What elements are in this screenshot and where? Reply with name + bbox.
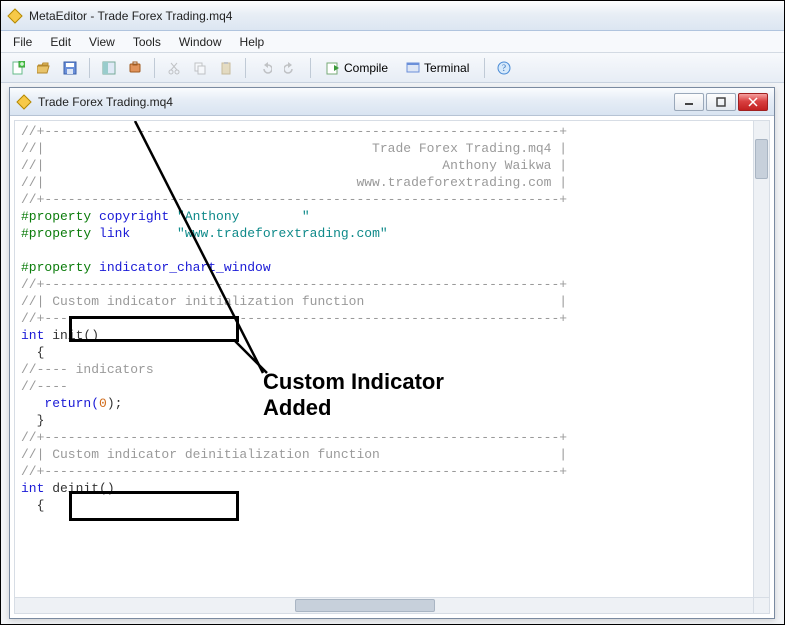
horizontal-scrollbar[interactable]: [15, 597, 753, 613]
compile-button[interactable]: Compile: [319, 57, 395, 79]
code-editor[interactable]: //+-------------------------------------…: [14, 120, 770, 614]
code-line: //+-------------------------------------…: [21, 277, 567, 292]
menu-window[interactable]: Window: [171, 33, 230, 51]
menu-tools[interactable]: Tools: [125, 33, 169, 51]
compile-label: Compile: [344, 61, 388, 75]
toolbar-separator: [89, 58, 90, 78]
code-line: //+-------------------------------------…: [21, 124, 567, 139]
menu-file[interactable]: File: [5, 33, 40, 51]
open-file-button[interactable]: [33, 57, 55, 79]
cut-button[interactable]: [163, 57, 185, 79]
code-token: link: [91, 226, 177, 241]
document-titlebar[interactable]: Trade Forex Trading.mq4: [10, 88, 774, 116]
code-token: "Anthony ": [177, 209, 310, 224]
code-line: //| Custom indicator initialization func…: [21, 294, 567, 309]
workspace: Trade Forex Trading.mq4 //+-------------…: [1, 83, 784, 624]
compile-icon: [326, 61, 340, 75]
code-line: }: [21, 413, 44, 428]
toolbar: Compile Terminal ?: [1, 53, 784, 83]
code-content[interactable]: //+-------------------------------------…: [15, 121, 753, 597]
scrollbar-corner: [753, 597, 769, 613]
code-line: //| Trade Forex Trading.mq4 |: [21, 141, 567, 156]
help-button[interactable]: ?: [493, 57, 515, 79]
document-window: Trade Forex Trading.mq4 //+-------------…: [9, 87, 775, 619]
paste-button[interactable]: [215, 57, 237, 79]
toolbox-button[interactable]: [124, 57, 146, 79]
document-title: Trade Forex Trading.mq4: [38, 95, 668, 109]
code-line: //| Anthony Waikwa |: [21, 158, 567, 173]
app-titlebar: MetaEditor - Trade Forex Trading.mq4: [1, 1, 784, 31]
code-line: //| Custom indicator deinitialization fu…: [21, 447, 567, 462]
code-token: int: [21, 328, 44, 343]
code-line: {: [21, 345, 44, 360]
app-icon: [7, 8, 23, 24]
code-token: int: [21, 481, 44, 496]
navigator-button[interactable]: [98, 57, 120, 79]
toolbar-separator: [245, 58, 246, 78]
horizontal-scroll-thumb[interactable]: [295, 599, 435, 612]
save-button[interactable]: [59, 57, 81, 79]
code-token: "www.tradeforextrading.com": [177, 226, 388, 241]
code-token: init(): [44, 328, 99, 343]
vertical-scroll-thumb[interactable]: [755, 139, 768, 179]
vertical-scrollbar[interactable]: [753, 121, 769, 597]
toolbar-separator: [154, 58, 155, 78]
document-icon: [16, 94, 32, 110]
code-token: 0: [99, 396, 107, 411]
toolbar-separator: [310, 58, 311, 78]
code-line: //+-------------------------------------…: [21, 311, 567, 326]
terminal-button[interactable]: Terminal: [399, 57, 476, 79]
code-token: #property: [21, 226, 91, 241]
code-line: {: [21, 498, 44, 513]
code-line: //----: [21, 379, 68, 394]
code-line: //+-------------------------------------…: [21, 464, 567, 479]
code-token: #property: [21, 260, 91, 275]
code-token: copyright: [91, 209, 177, 224]
code-token: #property: [21, 209, 91, 224]
redo-button[interactable]: [280, 57, 302, 79]
menu-help[interactable]: Help: [232, 33, 273, 51]
code-token: return(: [21, 396, 99, 411]
code-token: );: [107, 396, 123, 411]
undo-button[interactable]: [254, 57, 276, 79]
code-token: deinit(): [44, 481, 114, 496]
window-controls: [674, 93, 768, 111]
toolbar-separator: [484, 58, 485, 78]
code-line: //---- indicators: [21, 362, 154, 377]
minimize-button[interactable]: [674, 93, 704, 111]
menu-edit[interactable]: Edit: [42, 33, 79, 51]
app-title: MetaEditor - Trade Forex Trading.mq4: [29, 9, 232, 23]
menu-view[interactable]: View: [81, 33, 123, 51]
terminal-icon: [406, 61, 420, 75]
menubar: File Edit View Tools Window Help: [1, 31, 784, 53]
code-line: //| www.tradeforextrading.com |: [21, 175, 567, 190]
copy-button[interactable]: [189, 57, 211, 79]
maximize-button[interactable]: [706, 93, 736, 111]
terminal-label: Terminal: [424, 61, 469, 75]
close-button[interactable]: [738, 93, 768, 111]
code-line: //+-------------------------------------…: [21, 192, 567, 207]
code-token: indicator_chart_window: [91, 260, 270, 275]
code-line: //+-------------------------------------…: [21, 430, 567, 445]
new-file-button[interactable]: [7, 57, 29, 79]
svg-text:?: ?: [502, 63, 506, 73]
